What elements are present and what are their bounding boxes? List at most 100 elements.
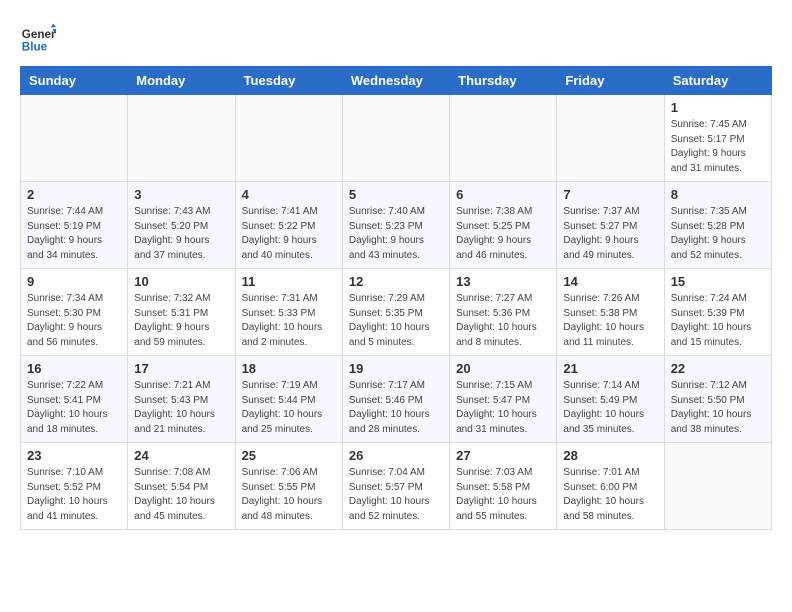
- day-cell: 5 Sunrise: 7:40 AM Sunset: 5:23 PM Daylig…: [342, 182, 449, 269]
- day-cell: 22 Sunrise: 7:12 AM Sunset: 5:50 PM Dayli…: [664, 356, 771, 443]
- day-number: 25: [242, 448, 336, 463]
- day-number: 19: [349, 361, 443, 376]
- day-info: Sunrise: 7:38 AM Sunset: 5:25 PM Dayligh…: [456, 205, 550, 263]
- day-info: Sunrise: 7:17 AM Sunset: 5:46 PM Dayligh…: [349, 379, 443, 437]
- day-number: 10: [134, 274, 228, 289]
- day-info: Sunrise: 7:34 AM Sunset: 5:30 PM Dayligh…: [27, 292, 121, 350]
- weekday-header-wednesday: Wednesday: [342, 67, 449, 95]
- day-info: Sunrise: 7:19 AM Sunset: 5:44 PM Dayligh…: [242, 379, 336, 437]
- day-cell: [450, 95, 557, 182]
- day-number: 6: [456, 187, 550, 202]
- day-info: Sunrise: 7:35 AM Sunset: 5:28 PM Dayligh…: [671, 205, 765, 263]
- day-cell: 7 Sunrise: 7:37 AM Sunset: 5:27 PM Daylig…: [557, 182, 664, 269]
- day-cell: 17 Sunrise: 7:21 AM Sunset: 5:43 PM Dayli…: [128, 356, 235, 443]
- day-number: 3: [134, 187, 228, 202]
- weekday-header-monday: Monday: [128, 67, 235, 95]
- week-row-3: 9 Sunrise: 7:34 AM Sunset: 5:30 PM Daylig…: [21, 269, 772, 356]
- day-cell: 3 Sunrise: 7:43 AM Sunset: 5:20 PM Daylig…: [128, 182, 235, 269]
- day-number: 27: [456, 448, 550, 463]
- day-cell: 8 Sunrise: 7:35 AM Sunset: 5:28 PM Daylig…: [664, 182, 771, 269]
- day-number: 1: [671, 100, 765, 115]
- day-info: Sunrise: 7:27 AM Sunset: 5:36 PM Dayligh…: [456, 292, 550, 350]
- day-info: Sunrise: 7:10 AM Sunset: 5:52 PM Dayligh…: [27, 466, 121, 524]
- day-info: Sunrise: 7:40 AM Sunset: 5:23 PM Dayligh…: [349, 205, 443, 263]
- week-row-1: 1 Sunrise: 7:45 AM Sunset: 5:17 PM Daylig…: [21, 95, 772, 182]
- day-cell: [557, 95, 664, 182]
- weekday-header-sunday: Sunday: [21, 67, 128, 95]
- day-number: 20: [456, 361, 550, 376]
- day-info: Sunrise: 7:12 AM Sunset: 5:50 PM Dayligh…: [671, 379, 765, 437]
- day-cell: 9 Sunrise: 7:34 AM Sunset: 5:30 PM Daylig…: [21, 269, 128, 356]
- logo-icon: General Blue: [20, 20, 56, 56]
- week-row-4: 16 Sunrise: 7:22 AM Sunset: 5:41 PM Dayli…: [21, 356, 772, 443]
- day-number: 13: [456, 274, 550, 289]
- day-number: 16: [27, 361, 121, 376]
- logo: General Blue: [20, 20, 56, 56]
- day-cell: 4 Sunrise: 7:41 AM Sunset: 5:22 PM Daylig…: [235, 182, 342, 269]
- weekday-header-tuesday: Tuesday: [235, 67, 342, 95]
- day-info: Sunrise: 7:15 AM Sunset: 5:47 PM Dayligh…: [456, 379, 550, 437]
- day-cell: 11 Sunrise: 7:31 AM Sunset: 5:33 PM Dayli…: [235, 269, 342, 356]
- day-cell: 16 Sunrise: 7:22 AM Sunset: 5:41 PM Dayli…: [21, 356, 128, 443]
- day-cell: [235, 95, 342, 182]
- day-cell: 28 Sunrise: 7:01 AM Sunset: 6:00 PM Dayli…: [557, 443, 664, 530]
- day-number: 23: [27, 448, 121, 463]
- day-info: Sunrise: 7:31 AM Sunset: 5:33 PM Dayligh…: [242, 292, 336, 350]
- day-info: Sunrise: 7:22 AM Sunset: 5:41 PM Dayligh…: [27, 379, 121, 437]
- day-cell: 18 Sunrise: 7:19 AM Sunset: 5:44 PM Dayli…: [235, 356, 342, 443]
- day-cell: 13 Sunrise: 7:27 AM Sunset: 5:36 PM Dayli…: [450, 269, 557, 356]
- day-cell: [342, 95, 449, 182]
- day-cell: 12 Sunrise: 7:29 AM Sunset: 5:35 PM Dayli…: [342, 269, 449, 356]
- week-row-5: 23 Sunrise: 7:10 AM Sunset: 5:52 PM Dayli…: [21, 443, 772, 530]
- day-info: Sunrise: 7:37 AM Sunset: 5:27 PM Dayligh…: [563, 205, 657, 263]
- day-number: 21: [563, 361, 657, 376]
- day-number: 8: [671, 187, 765, 202]
- weekday-header-friday: Friday: [557, 67, 664, 95]
- day-info: Sunrise: 7:32 AM Sunset: 5:31 PM Dayligh…: [134, 292, 228, 350]
- weekday-header-thursday: Thursday: [450, 67, 557, 95]
- day-info: Sunrise: 7:03 AM Sunset: 5:58 PM Dayligh…: [456, 466, 550, 524]
- day-cell: 6 Sunrise: 7:38 AM Sunset: 5:25 PM Daylig…: [450, 182, 557, 269]
- day-info: Sunrise: 7:01 AM Sunset: 6:00 PM Dayligh…: [563, 466, 657, 524]
- day-info: Sunrise: 7:24 AM Sunset: 5:39 PM Dayligh…: [671, 292, 765, 350]
- day-number: 24: [134, 448, 228, 463]
- day-cell: 20 Sunrise: 7:15 AM Sunset: 5:47 PM Dayli…: [450, 356, 557, 443]
- day-cell: 14 Sunrise: 7:26 AM Sunset: 5:38 PM Dayli…: [557, 269, 664, 356]
- day-number: 9: [27, 274, 121, 289]
- day-info: Sunrise: 7:29 AM Sunset: 5:35 PM Dayligh…: [349, 292, 443, 350]
- day-cell: 24 Sunrise: 7:08 AM Sunset: 5:54 PM Dayli…: [128, 443, 235, 530]
- day-info: Sunrise: 7:14 AM Sunset: 5:49 PM Dayligh…: [563, 379, 657, 437]
- day-number: 4: [242, 187, 336, 202]
- day-info: Sunrise: 7:41 AM Sunset: 5:22 PM Dayligh…: [242, 205, 336, 263]
- day-number: 5: [349, 187, 443, 202]
- day-info: Sunrise: 7:21 AM Sunset: 5:43 PM Dayligh…: [134, 379, 228, 437]
- day-info: Sunrise: 7:44 AM Sunset: 5:19 PM Dayligh…: [27, 205, 121, 263]
- day-number: 17: [134, 361, 228, 376]
- day-info: Sunrise: 7:26 AM Sunset: 5:38 PM Dayligh…: [563, 292, 657, 350]
- day-number: 2: [27, 187, 121, 202]
- svg-text:Blue: Blue: [22, 41, 48, 54]
- day-info: Sunrise: 7:06 AM Sunset: 5:55 PM Dayligh…: [242, 466, 336, 524]
- day-cell: 1 Sunrise: 7:45 AM Sunset: 5:17 PM Daylig…: [664, 95, 771, 182]
- day-cell: 15Sunrise: 7:24 AM Sunset: 5:39 PM Dayli…: [664, 269, 771, 356]
- day-number: 18: [242, 361, 336, 376]
- day-cell: 10 Sunrise: 7:32 AM Sunset: 5:31 PM Dayli…: [128, 269, 235, 356]
- day-number: 14: [563, 274, 657, 289]
- day-cell: 23 Sunrise: 7:10 AM Sunset: 5:52 PM Dayli…: [21, 443, 128, 530]
- day-cell: 27 Sunrise: 7:03 AM Sunset: 5:58 PM Dayli…: [450, 443, 557, 530]
- weekday-header-row: SundayMondayTuesdayWednesdayThursdayFrid…: [21, 67, 772, 95]
- day-info: Sunrise: 7:08 AM Sunset: 5:54 PM Dayligh…: [134, 466, 228, 524]
- day-number: 7: [563, 187, 657, 202]
- week-row-2: 2 Sunrise: 7:44 AM Sunset: 5:19 PM Daylig…: [21, 182, 772, 269]
- day-number: 12: [349, 274, 443, 289]
- day-cell: [21, 95, 128, 182]
- day-info: Sunrise: 7:45 AM Sunset: 5:17 PM Dayligh…: [671, 118, 765, 176]
- day-number: 11: [242, 274, 336, 289]
- day-cell: 19 Sunrise: 7:17 AM Sunset: 5:46 PM Dayli…: [342, 356, 449, 443]
- day-cell: [128, 95, 235, 182]
- day-number: 28: [563, 448, 657, 463]
- day-cell: 21 Sunrise: 7:14 AM Sunset: 5:49 PM Dayli…: [557, 356, 664, 443]
- day-number: 22: [671, 361, 765, 376]
- day-cell: 26Sunrise: 7:04 AM Sunset: 5:57 PM Dayli…: [342, 443, 449, 530]
- day-info: Sunrise: 7:43 AM Sunset: 5:20 PM Dayligh…: [134, 205, 228, 263]
